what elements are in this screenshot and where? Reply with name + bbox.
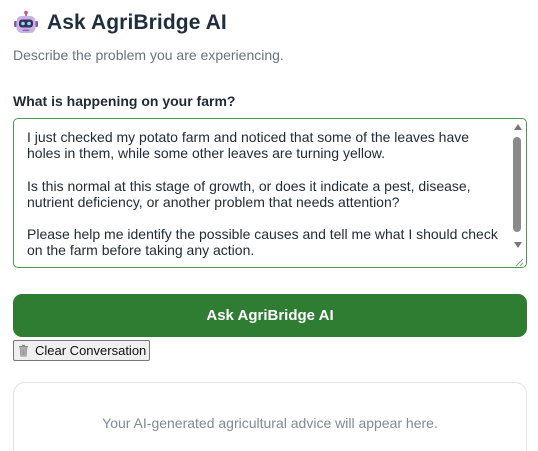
ai-advice-panel: Your AI-generated agricultural advice wi… — [13, 382, 527, 451]
scroll-up-arrow-icon[interactable] — [514, 124, 522, 130]
ask-agribridge-page: Ask AgriBridge AI Describe the problem y… — [0, 0, 538, 451]
page-subtitle: Describe the problem you are experiencin… — [13, 47, 284, 63]
ask-agribridge-button[interactable]: Ask AgriBridge AI — [13, 294, 527, 337]
problem-textarea[interactable]: I just checked my potato farm and notice… — [14, 119, 512, 267]
page-title: Ask AgriBridge AI — [47, 11, 227, 34]
advice-placeholder-text: Your AI-generated agricultural advice wi… — [102, 415, 438, 431]
page-header: Ask AgriBridge AI — [13, 10, 227, 36]
textarea-scrollbar[interactable] — [511, 120, 525, 252]
resize-handle-icon[interactable] — [513, 254, 524, 267]
trash-icon — [17, 344, 30, 357]
problem-textarea-container: I just checked my potato farm and notice… — [13, 118, 527, 268]
clear-conversation-label: Clear Conversation — [35, 343, 147, 358]
scroll-down-arrow-icon[interactable] — [514, 242, 522, 248]
clear-conversation-button[interactable]: Clear Conversation — [13, 340, 151, 361]
robot-icon — [13, 10, 39, 36]
scrollbar-thumb[interactable] — [513, 137, 521, 232]
problem-field-label: What is happening on your farm? — [13, 93, 236, 109]
